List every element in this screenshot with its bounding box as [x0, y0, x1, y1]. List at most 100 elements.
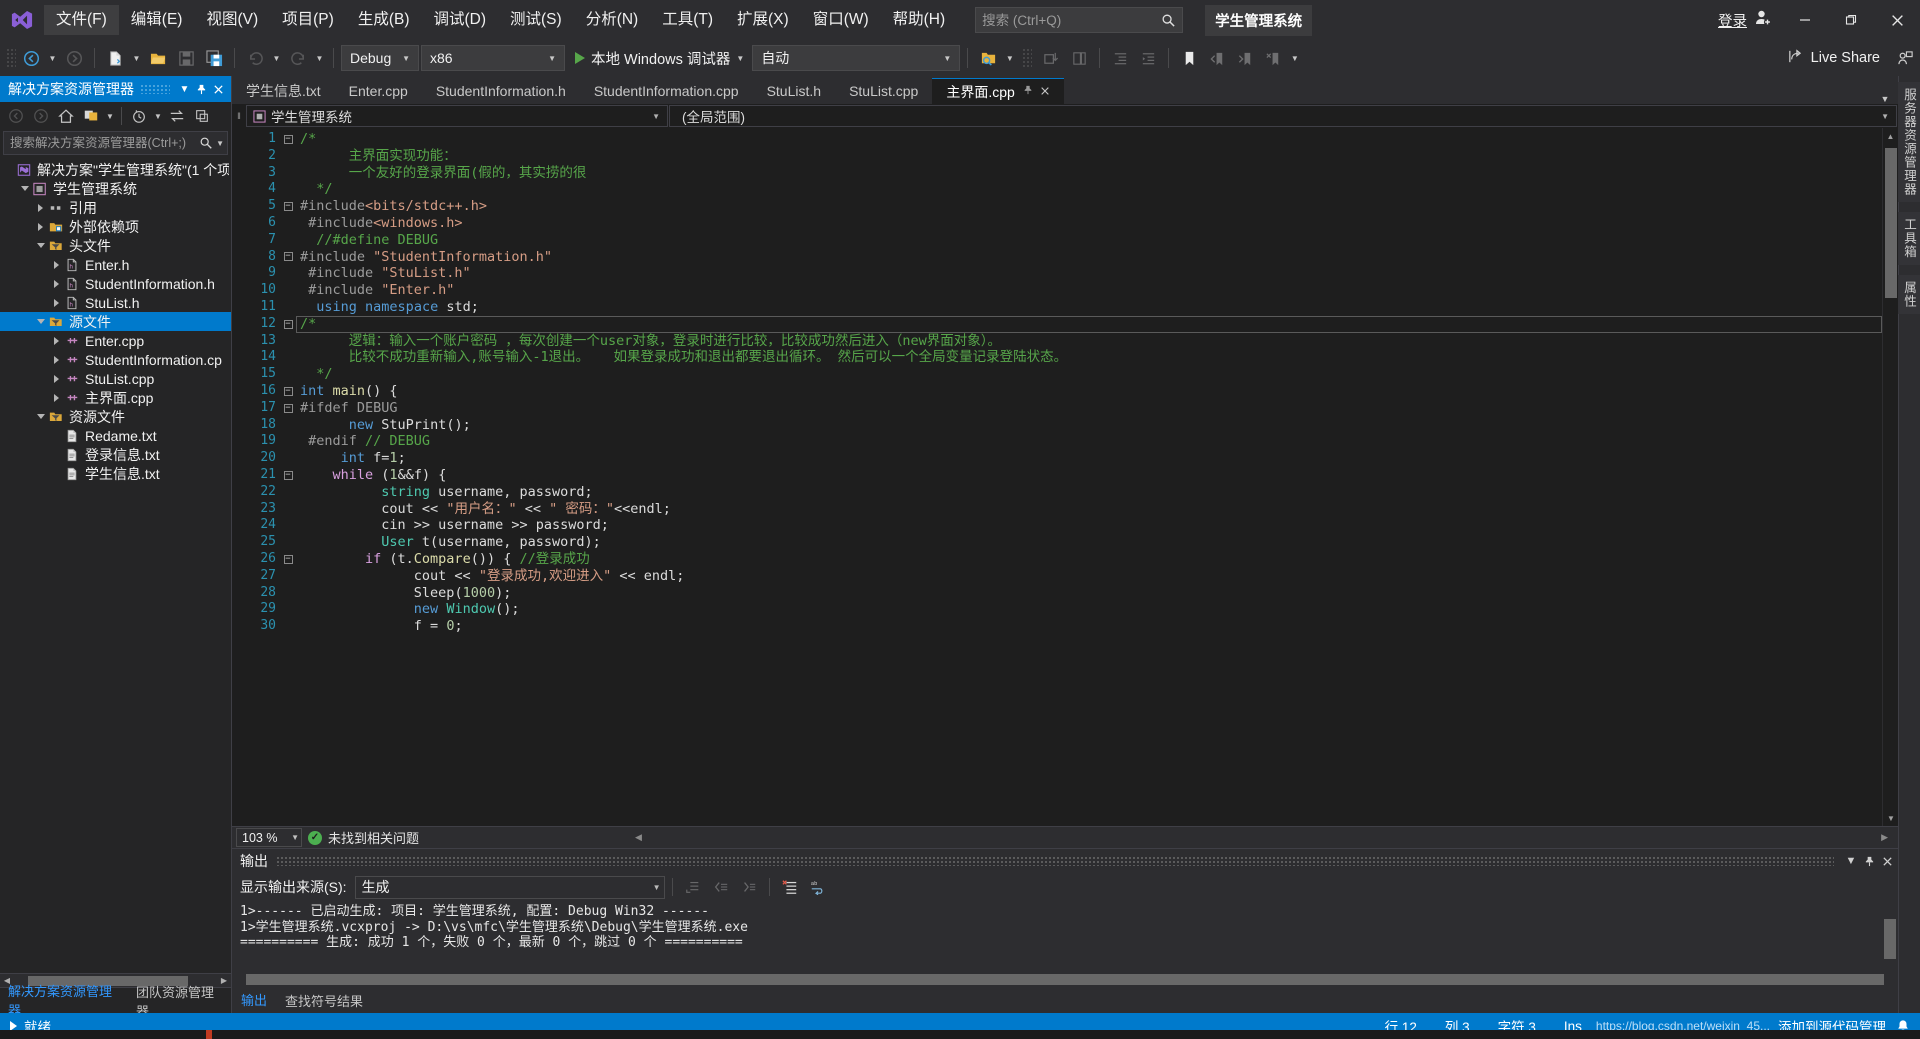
back-icon[interactable] [4, 104, 28, 128]
toggle-word-wrap-icon[interactable]: ab [805, 875, 831, 899]
code-line[interactable]: int main() { [296, 383, 1882, 400]
solution-tree-item[interactable]: 头文件 [0, 236, 231, 255]
code-line[interactable]: 比较不成功重新输入,账号输入-1退出。 如果登录成功和退出都要退出循环。 然后可… [296, 349, 1882, 366]
code-line[interactable]: User t(username, password); [296, 534, 1882, 551]
chevron-right-icon[interactable] [34, 203, 47, 212]
menu-item-help[interactable]: 帮助(H) [881, 5, 958, 35]
code-line[interactable]: //#define DEBUG [296, 232, 1882, 249]
chevron-right-icon[interactable] [50, 393, 63, 402]
clear-all-icon[interactable] [777, 875, 803, 899]
start-debugging-button[interactable]: 本地 Windows 调试器 ▼ [567, 48, 750, 69]
new-file-icon[interactable] [102, 45, 128, 71]
fold-toggle-icon[interactable]: − [280, 316, 296, 333]
issues-status[interactable]: ✓ 未找到相关问题 [308, 828, 419, 847]
solution-tree-item[interactable]: 源文件 [0, 312, 231, 331]
live-share-session-icon[interactable] [1890, 50, 1920, 67]
code-line[interactable]: 主界面实现功能： [296, 148, 1882, 165]
output-source-combo[interactable]: 生成 ▼ [354, 875, 665, 899]
dock-tab-properties[interactable]: 属性 [1898, 274, 1920, 314]
output-vertical-scrollbar[interactable] [1882, 901, 1898, 972]
pending-changes-icon[interactable] [79, 104, 103, 128]
code-line[interactable]: /* [296, 315, 1882, 333]
code-line[interactable]: #include "Enter.h" [296, 282, 1882, 299]
code-line[interactable]: #include<windows.h> [296, 215, 1882, 232]
code-line[interactable]: new StuPrint(); [296, 417, 1882, 434]
solution-search-input[interactable] [10, 136, 199, 150]
menu-item-project[interactable]: 项目(P) [270, 5, 346, 35]
chevron-down-icon[interactable] [34, 414, 47, 419]
scrollbar-thumb[interactable] [1884, 919, 1896, 959]
pin-icon[interactable] [1860, 851, 1878, 871]
close-icon[interactable] [1040, 85, 1050, 99]
fold-toggle-icon[interactable]: − [280, 198, 296, 215]
scroll-right-icon[interactable]: ▶ [1881, 832, 1894, 843]
toolbar-grip[interactable] [1022, 48, 1033, 68]
step-over-icon[interactable] [1066, 45, 1092, 71]
editor-tab-studentinformation-cpp[interactable]: StudentInformation.cpp [579, 78, 753, 104]
chevron-down-icon[interactable]: ▼ [104, 104, 116, 128]
chevron-right-icon[interactable] [50, 298, 63, 307]
solution-tree-item[interactable]: 学生信息.txt [0, 464, 231, 483]
code-text-area[interactable]: 1 2 3 4 5 6 7 8 9 10 11 12 13 14 15 16 17 18 19 20 21 22 23 24 2… [232, 128, 1882, 826]
scrollbar-thumb[interactable] [1885, 148, 1897, 298]
menu-item-analyze[interactable]: 分析(N) [574, 5, 651, 35]
solution-platform-combo[interactable]: x86 ▼ [421, 45, 565, 71]
tab-output[interactable]: 输出 [232, 986, 277, 1015]
source-code-lines[interactable]: /* 主界面实现功能： 一个友好的登录界面(假的，其实捞的很 */#includ… [296, 128, 1882, 826]
editor-vertical-scrollbar[interactable]: ▲ ▼ [1882, 128, 1898, 826]
chevron-right-icon[interactable] [50, 374, 63, 383]
find-dropdown-icon[interactable]: ▼ [1003, 45, 1016, 71]
output-body[interactable]: 1>------ 已启动生成: 项目: 学生管理系统, 配置: Debug Wi… [232, 901, 1898, 972]
decrease-indent-icon[interactable] [1107, 45, 1133, 71]
new-file-dropdown-icon[interactable]: ▼ [130, 45, 143, 71]
fold-margin[interactable]: − − − − − − − − [280, 128, 296, 826]
close-icon[interactable] [1874, 0, 1920, 40]
solution-tree-item[interactable]: 外部依赖项 [0, 217, 231, 236]
solution-tree-item[interactable]: Enter.cpp [0, 331, 231, 350]
chevron-down-icon[interactable]: ▼ [1842, 851, 1860, 871]
dock-tab-toolbox[interactable]: 工具箱 [1898, 212, 1920, 265]
navigate-back-icon[interactable] [18, 45, 44, 71]
fold-toggle-icon[interactable]: − [280, 467, 296, 484]
code-line[interactable]: new Window(); [296, 601, 1882, 618]
navigate-forward-icon[interactable] [61, 45, 87, 71]
code-line[interactable]: cout << "登录成功,欢迎进入" << endl; [296, 568, 1882, 585]
chevron-down-icon[interactable]: ▼ [176, 78, 193, 100]
fold-toggle-icon[interactable]: − [280, 249, 296, 266]
find-in-files-icon[interactable] [975, 45, 1001, 71]
solution-tree-item[interactable]: 主界面.cpp [0, 388, 231, 407]
code-line[interactable]: if (t.Compare()) { //登录成功 [296, 551, 1882, 568]
code-line[interactable]: */ [296, 181, 1882, 198]
editor-tab-stulist-h[interactable]: StuList.h [752, 78, 836, 104]
code-line[interactable]: */ [296, 366, 1882, 383]
save-all-icon[interactable] [201, 45, 227, 71]
save-icon[interactable] [173, 45, 199, 71]
menu-item-tools[interactable]: 工具(T) [650, 5, 725, 35]
chevron-right-icon[interactable] [50, 336, 63, 345]
close-icon[interactable] [1878, 851, 1896, 871]
chevron-down-icon[interactable]: ▼ [1876, 94, 1894, 104]
menu-item-build[interactable]: 生成(B) [346, 5, 422, 35]
solution-tree-item[interactable]: h StuList.h [0, 293, 231, 312]
code-line[interactable]: #include "StuList.h" [296, 265, 1882, 282]
code-line[interactable]: int f=1; [296, 450, 1882, 467]
code-editor[interactable]: 1 2 3 4 5 6 7 8 9 10 11 12 13 14 15 16 17 18 19 20 21 22 23 24 2… [232, 128, 1898, 826]
open-folder-icon[interactable] [145, 45, 171, 71]
menu-item-window[interactable]: 窗口(W) [801, 5, 881, 35]
menu-item-edit[interactable]: 编辑(E) [119, 5, 195, 35]
editor-tab-enter-cpp[interactable]: Enter.cpp [334, 78, 422, 104]
fold-toggle-icon[interactable]: − [280, 383, 296, 400]
next-message-icon[interactable] [736, 875, 762, 899]
redo-dropdown-icon[interactable]: ▼ [313, 45, 326, 71]
chevron-down-icon[interactable] [34, 319, 47, 324]
editor-tab-xueshengxinxi-txt[interactable]: 学生信息.txt [232, 78, 335, 104]
code-line[interactable]: /* [296, 131, 1882, 148]
jump-to-output-icon[interactable] [680, 875, 706, 899]
next-bookmark-icon[interactable] [1232, 45, 1258, 71]
menu-item-file[interactable]: 文件(F) [44, 5, 119, 35]
code-line[interactable]: while (1&&f) { [296, 467, 1882, 484]
fold-toggle-icon[interactable]: − [280, 400, 296, 417]
chevron-down-icon[interactable] [34, 243, 47, 248]
forward-icon[interactable] [29, 104, 53, 128]
refresh-icon[interactable] [190, 104, 214, 128]
